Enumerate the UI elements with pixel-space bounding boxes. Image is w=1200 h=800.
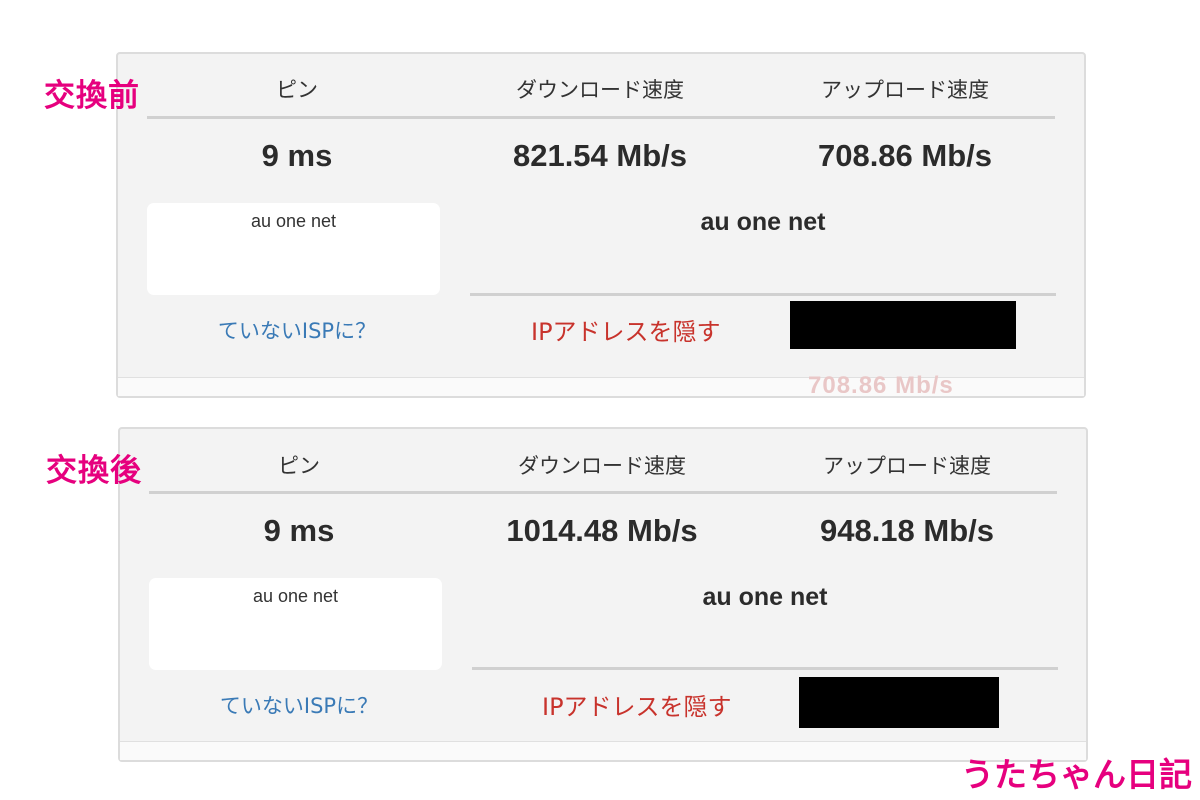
header-download: ダウンロード速度 <box>518 454 686 478</box>
redacted-ip <box>790 301 1016 349</box>
ping-value: 9 ms <box>261 138 333 173</box>
label-before: 交換前 <box>44 78 140 114</box>
header-divider <box>149 491 1057 494</box>
header-upload: アップロード速度 <box>821 78 989 102</box>
header-download: ダウンロード速度 <box>516 78 684 102</box>
isp-divider <box>470 293 1056 296</box>
redacted-ip <box>799 677 999 728</box>
label-after: 交換後 <box>46 453 142 489</box>
header-divider <box>147 116 1055 119</box>
isp-link[interactable]: ていないISPに？ <box>147 315 447 345</box>
hide-ip-link[interactable]: IPアドレスを隠す <box>531 312 721 347</box>
download-value: 1014.48 Mb/s <box>506 513 698 548</box>
upload-value: 948.18 Mb/s <box>819 513 995 548</box>
download-value: 821.54 Mb/s <box>512 138 688 173</box>
faded-upload-value: 708.86 Mb/s <box>808 372 954 399</box>
ping-value: 9 ms <box>263 513 335 548</box>
isp-link[interactable]: ていないISPに？ <box>149 690 449 720</box>
isp-name: au one net <box>700 208 826 236</box>
isp-box: au one net <box>147 203 440 295</box>
header-upload: アップロード速度 <box>823 454 991 478</box>
blog-signature: うたちゃん日記 <box>961 755 1192 794</box>
header-ping: ピン <box>278 454 320 478</box>
isp-divider <box>472 667 1058 670</box>
upload-value: 708.86 Mb/s <box>817 138 993 173</box>
header-ping: ピン <box>276 78 318 102</box>
panel-overflow-strip <box>120 741 1086 760</box>
isp-box: au one net <box>149 578 442 670</box>
hide-ip-link[interactable]: IPアドレスを隠す <box>542 687 732 722</box>
isp-name: au one net <box>702 583 828 611</box>
